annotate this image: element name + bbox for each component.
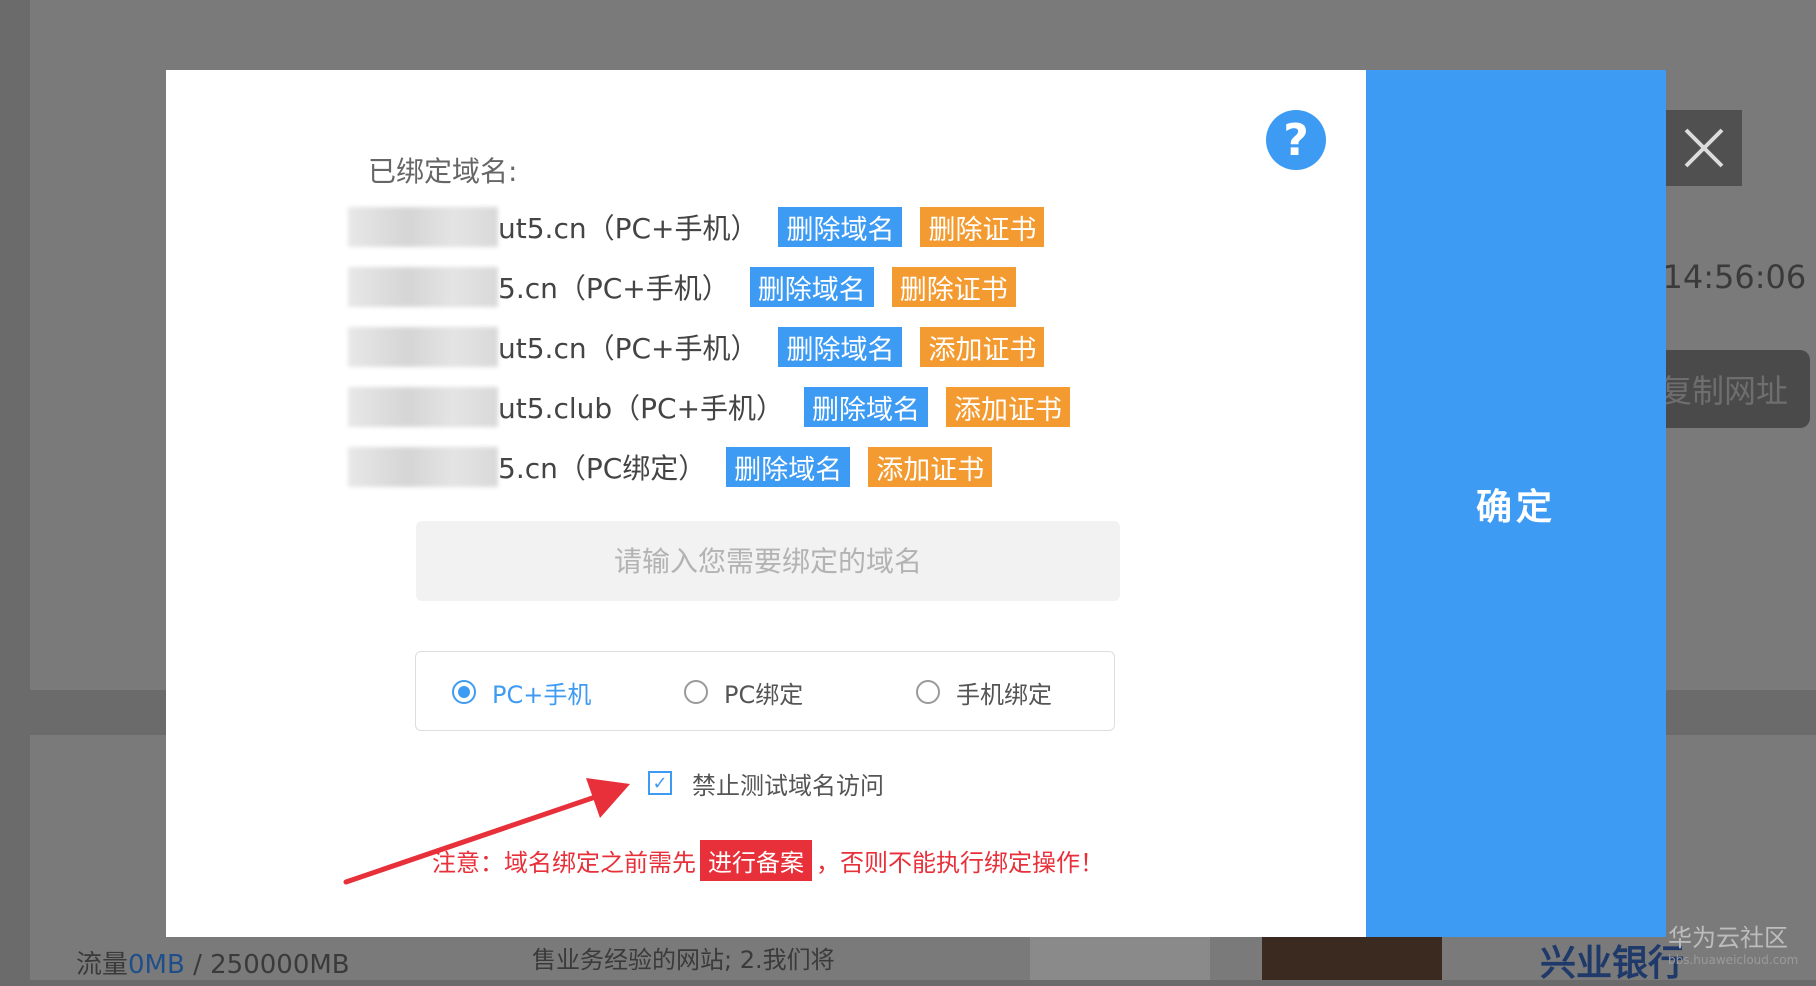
background-thumb-1 bbox=[1030, 935, 1210, 980]
domain-row: ut5.club（PC+手机） 删除域名 添加证书 bbox=[348, 387, 1088, 427]
add-certificate-button[interactable]: 添加证书 bbox=[868, 447, 993, 487]
radio-label: PC绑定 bbox=[724, 680, 804, 709]
delete-certificate-button[interactable]: 删除证书 bbox=[920, 207, 1045, 247]
confirm-label: 确定 bbox=[1475, 486, 1556, 528]
domain-text: ut5.club（PC+手机） bbox=[498, 392, 785, 425]
delete-certificate-button[interactable]: 删除证书 bbox=[891, 267, 1016, 307]
radio-checked-icon bbox=[452, 680, 476, 704]
redacted-domain bbox=[348, 327, 498, 367]
domain-text: ut5.cn（PC+手机） bbox=[498, 332, 759, 365]
traffic-total: / 250000MB bbox=[184, 950, 350, 980]
checkbox-label: 禁止测试域名访问 bbox=[692, 771, 884, 800]
help-icon: ? bbox=[1283, 114, 1309, 166]
traffic-usage: 流量0MB / 250000MB bbox=[76, 944, 350, 981]
bound-domains-title: 已绑定域名: bbox=[368, 155, 518, 188]
radio-pc-only[interactable]: PC绑定 bbox=[684, 652, 803, 732]
filing-link[interactable]: 进行备案 bbox=[700, 840, 812, 881]
domain-row: 5.cn（PC+手机） 删除域名 删除证书 bbox=[348, 267, 1034, 307]
watermark: 华为云社区 bbs.huaweicloud.com bbox=[1668, 918, 1798, 967]
delete-domain-button[interactable]: 删除域名 bbox=[726, 447, 851, 487]
traffic-used: 0MB bbox=[128, 950, 185, 980]
delete-domain-button[interactable]: 删除域名 bbox=[804, 387, 929, 427]
radio-mobile-only[interactable]: 手机绑定 bbox=[916, 652, 1052, 732]
radio-unchecked-icon bbox=[684, 680, 708, 704]
domain-input[interactable] bbox=[416, 521, 1120, 601]
filing-notice: 注意：域名绑定之前需先 进行备案 ，否则不能执行绑定操作！ bbox=[432, 840, 1104, 881]
radio-unchecked-icon bbox=[916, 680, 940, 704]
checkmark-icon: ✓ bbox=[648, 771, 672, 795]
redacted-domain bbox=[348, 267, 498, 307]
delete-domain-button[interactable]: 删除域名 bbox=[749, 267, 874, 307]
add-certificate-button[interactable]: 添加证书 bbox=[920, 327, 1045, 367]
close-button[interactable] bbox=[1666, 110, 1742, 186]
copy-url-button[interactable]: 复制网址 bbox=[1650, 350, 1810, 428]
notice-before: 注意：域名绑定之前需先 bbox=[432, 849, 696, 877]
background-thumb-2 bbox=[1262, 935, 1442, 980]
domain-row: 5.cn（PC绑定） 删除域名 添加证书 bbox=[348, 447, 1010, 487]
confirm-button[interactable]: 确定 bbox=[1366, 70, 1666, 937]
watermark-title: 华为云社区 bbox=[1668, 924, 1788, 952]
add-certificate-button[interactable]: 添加证书 bbox=[946, 387, 1071, 427]
bind-type-group: PC+手机 PC绑定 手机绑定 bbox=[415, 651, 1115, 731]
radio-pc-mobile[interactable]: PC+手机 bbox=[452, 652, 591, 732]
domain-text: 5.cn（PC绑定） bbox=[498, 452, 707, 485]
watermark-url: bbs.huaweicloud.com bbox=[1668, 953, 1799, 967]
domain-row: ut5.cn（PC+手机） 删除域名 删除证书 bbox=[348, 207, 1062, 247]
redacted-domain bbox=[348, 387, 498, 427]
copy-url-label: 复制网址 bbox=[1660, 372, 1789, 410]
traffic-prefix: 流量 bbox=[76, 950, 129, 980]
redacted-domain bbox=[348, 207, 498, 247]
domain-text: 5.cn（PC+手机） bbox=[498, 272, 730, 305]
close-icon bbox=[1684, 128, 1724, 168]
redacted-domain bbox=[348, 447, 498, 487]
delete-domain-button[interactable]: 删除域名 bbox=[778, 207, 903, 247]
background-snippet: 售业务经验的网站; 2.我们将 bbox=[532, 946, 835, 974]
domain-text: ut5.cn（PC+手机） bbox=[498, 212, 759, 245]
radio-label: 手机绑定 bbox=[956, 680, 1052, 709]
delete-domain-button[interactable]: 删除域名 bbox=[778, 327, 903, 367]
help-button[interactable]: ? bbox=[1266, 110, 1326, 170]
bank-logo: 兴业银行 bbox=[1540, 943, 1685, 984]
radio-label: PC+手机 bbox=[492, 680, 592, 709]
domain-row: ut5.cn（PC+手机） 删除域名 添加证书 bbox=[348, 327, 1062, 367]
block-test-domain-checkbox[interactable]: ✓ 禁止测试域名访问 bbox=[648, 765, 884, 801]
notice-after: ，否则不能执行绑定操作！ bbox=[816, 849, 1104, 877]
